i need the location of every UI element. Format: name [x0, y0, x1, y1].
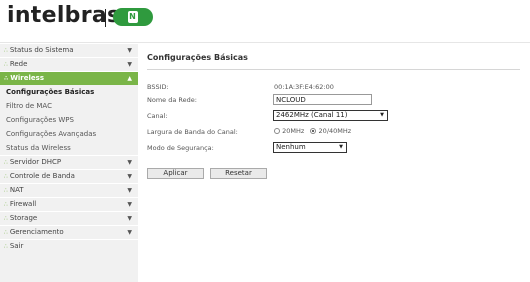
reset-button[interactable]: Resetar — [210, 168, 267, 179]
bullet-icon: ∴ — [4, 47, 8, 54]
sidebar-item-servidor-dhcp[interactable]: ∴ Servidor DHCP ▼ — [0, 155, 138, 169]
sidebar: ∴ Status do Sistema ▼ ∴ Rede ▼ ∴ Wireless ▲ Co… — [0, 43, 138, 282]
sidebar-item-wireless[interactable]: ∴ Wireless ▲ — [0, 71, 138, 85]
security-label: Modo de Segurança: — [147, 144, 214, 152]
sidebar-item-status-do-sistema[interactable]: ∴ Status do Sistema ▼ — [0, 43, 138, 57]
security-selected-value: Nenhum — [276, 143, 306, 151]
submenu-configuracoes-wps[interactable]: Configurações WPS — [0, 113, 138, 127]
bullet-icon: ∴ — [4, 173, 8, 180]
bullet-icon: ∴ — [4, 187, 8, 194]
bullet-icon: ∴ — [4, 229, 8, 236]
title-divider — [147, 69, 520, 70]
bssid-value: 00:1A:3F:E4:62:00 — [274, 83, 334, 91]
dropdown-arrow-icon: ▼ — [339, 144, 343, 150]
sidebar-item-sair[interactable]: ∴ Sair — [0, 239, 138, 253]
submenu-configuracoes-basicas[interactable]: Configurações Básicas — [0, 85, 138, 99]
bullet-icon: ∴ — [4, 201, 8, 208]
chevron-down-icon: ▼ — [127, 215, 132, 222]
channel-label: Canal: — [147, 112, 168, 120]
bullet-icon: ∴ — [4, 75, 9, 82]
chevron-down-icon: ▼ — [127, 47, 132, 54]
chevron-down-icon: ▼ — [127, 187, 132, 194]
sidebar-item-gerenciamento[interactable]: ∴ Gerenciamento ▼ — [0, 225, 138, 239]
submenu-filtro-de-mac[interactable]: Filtro de MAC — [0, 99, 138, 113]
bullet-icon: ∴ — [4, 243, 8, 250]
security-mode-select[interactable]: Nenhum ▼ — [273, 142, 347, 153]
sidebar-item-nat[interactable]: ∴ NAT ▼ — [0, 183, 138, 197]
logo-divider — [105, 9, 106, 27]
chevron-down-icon: ▼ — [127, 201, 132, 208]
bssid-label: BSSID: — [147, 83, 169, 91]
ncloud-logo: NCLOUD — [113, 8, 153, 40]
chevron-down-icon: ▼ — [127, 173, 132, 180]
sidebar-item-storage[interactable]: ∴ Storage ▼ — [0, 211, 138, 225]
radio-20-40mhz[interactable] — [310, 128, 317, 134]
ssid-label: Nome da Rede: — [147, 96, 197, 104]
bullet-icon: ∴ — [4, 159, 8, 166]
sidebar-item-controle-de-banda[interactable]: ∴ Controle de Banda ▼ — [0, 169, 138, 183]
intelbras-logo: intelbras — [7, 3, 121, 28]
submenu-status-da-wireless[interactable]: Status da Wireless — [0, 141, 138, 155]
page-title: Configurações Básicas — [147, 53, 248, 62]
radio-20mhz[interactable] — [274, 128, 280, 134]
chevron-up-icon: ▲ — [127, 75, 132, 82]
bandwidth-label: Largura de Banda do Canal: — [147, 128, 238, 136]
submenu-configuracoes-avancadas[interactable]: Configurações Avançadas — [0, 127, 138, 141]
radio-20mhz-label: 20MHz — [282, 127, 305, 135]
header: intelbras NCLOUD — [0, 0, 530, 43]
radio-20-40mhz-label: 20/40MHz — [318, 127, 352, 135]
chevron-down-icon: ▼ — [127, 229, 132, 236]
chevron-down-icon: ▼ — [127, 159, 132, 166]
bandwidth-options: 20MHz 20/40MHz — [274, 127, 351, 135]
bullet-icon: ∴ — [4, 215, 8, 222]
bullet-icon: ∴ — [4, 61, 8, 68]
chevron-down-icon: ▼ — [127, 61, 132, 68]
sidebar-item-firewall[interactable]: ∴ Firewall ▼ — [0, 197, 138, 211]
dropdown-arrow-icon: ▼ — [380, 112, 384, 118]
channel-select[interactable]: 2462MHz (Canal 11) ▼ — [273, 110, 388, 121]
sidebar-item-rede[interactable]: ∴ Rede ▼ — [0, 57, 138, 71]
action-buttons: Aplicar Resetar — [147, 168, 347, 180]
apply-button[interactable]: Aplicar — [147, 168, 204, 179]
channel-selected-value: 2462MHz (Canal 11) — [276, 111, 348, 119]
ssid-input[interactable] — [273, 94, 372, 105]
